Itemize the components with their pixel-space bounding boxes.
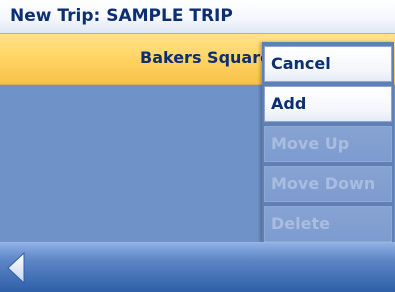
- add-button[interactable]: Add: [264, 86, 392, 122]
- title-bar: New Trip: SAMPLE TRIP: [0, 0, 395, 34]
- chevron-left-icon[interactable]: [6, 251, 26, 285]
- cancel-button[interactable]: Cancel: [264, 46, 392, 82]
- delete-button: Delete: [264, 206, 392, 242]
- list-item-label: Bakers Square: [140, 48, 264, 67]
- move-down-button: Move Down: [264, 166, 392, 202]
- page-title: New Trip: SAMPLE TRIP: [10, 6, 233, 26]
- footer-bar: [0, 242, 395, 292]
- context-menu: Cancel Add Move Up Move Down Delete: [262, 42, 394, 242]
- move-up-button: Move Up: [264, 126, 392, 162]
